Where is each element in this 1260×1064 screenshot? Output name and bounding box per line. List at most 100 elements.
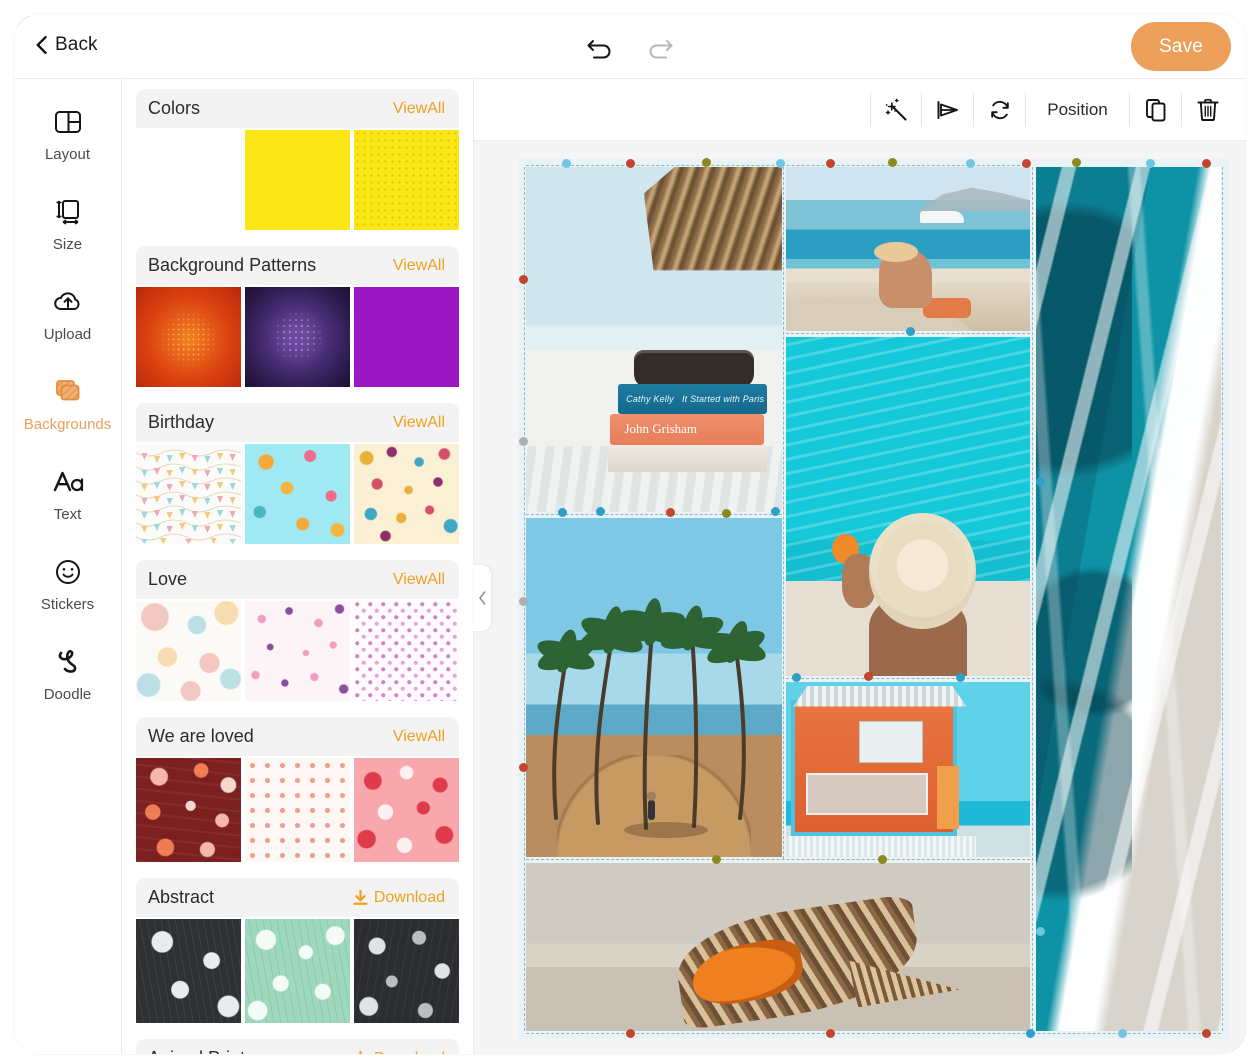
selection-handle[interactable] [558, 508, 567, 517]
selection-handle[interactable] [596, 507, 605, 516]
panel-collapse-button[interactable] [473, 565, 491, 631]
conch-tail-shape [849, 960, 960, 1007]
view-all-birthday-button[interactable]: ViewAll [393, 414, 445, 432]
selection-handle[interactable] [722, 509, 731, 518]
back-label: Back [55, 34, 98, 56]
rotate-button[interactable] [974, 93, 1026, 127]
straw-hat-shape [874, 242, 918, 262]
selection-handle[interactable] [1202, 1029, 1211, 1038]
view-all-love-button[interactable]: ViewAll [393, 571, 445, 589]
swatch-lilac-hearts[interactable] [354, 601, 459, 701]
selection-handle[interactable] [1202, 159, 1211, 168]
flip-button[interactable] [922, 93, 974, 127]
swatch-darkred-hearts[interactable] [136, 758, 241, 862]
sea-foam-shape [1036, 167, 1221, 1031]
selection-handle[interactable] [776, 159, 785, 168]
collage-canvas[interactable]: John Grisham Cathy Kelly It Started with… [518, 159, 1229, 1039]
swatch-white-hearts[interactable] [245, 758, 350, 862]
magic-wand-button[interactable] [870, 93, 922, 127]
swatch-yellow-dots[interactable] [354, 130, 459, 230]
selection-handle[interactable] [1036, 477, 1045, 486]
sidebar-item-stickers[interactable]: Stickers [14, 555, 121, 613]
selection-handle[interactable] [966, 159, 975, 168]
selection-handle[interactable] [878, 855, 887, 864]
selection-handle[interactable] [906, 327, 915, 336]
bunting-decoration [136, 444, 241, 544]
selection-handle[interactable] [519, 763, 528, 772]
save-button[interactable]: Save [1131, 22, 1231, 71]
photo-cell-lifeguard[interactable] [786, 682, 1030, 857]
selection-handle[interactable] [1026, 1029, 1035, 1038]
view-all-love-label: ViewAll [393, 571, 445, 589]
sidebar-item-upload[interactable]: Upload [14, 285, 121, 343]
photo-cell-palms[interactable] [526, 518, 782, 857]
sidebar-item-text[interactable]: Text [14, 465, 121, 523]
view-all-we-are-loved-button[interactable]: ViewAll [393, 728, 445, 746]
panel-scroll-area[interactable]: Colors ViewAll Background Patterns ViewA… [122, 79, 473, 1054]
selection-handle[interactable] [864, 672, 873, 681]
download-animal-prints-button[interactable]: Download [353, 1050, 445, 1055]
selection-handle[interactable] [826, 159, 835, 168]
photo-cell-beachgirl[interactable] [786, 167, 1030, 331]
swatch-row-love [136, 601, 459, 701]
selection-handle[interactable] [666, 508, 675, 517]
selection-handle[interactable] [1146, 159, 1155, 168]
palm-trees-shape [526, 518, 782, 857]
selection-handle[interactable] [826, 1029, 835, 1038]
view-all-we-are-loved-label: ViewAll [393, 728, 445, 746]
swatch-dark-triangles[interactable] [136, 919, 241, 1023]
sidebar-item-backgrounds[interactable]: Backgrounds [14, 375, 121, 433]
view-all-colors-button[interactable]: ViewAll [393, 100, 445, 118]
swatch-violet[interactable] [354, 287, 459, 387]
selection-handle[interactable] [888, 158, 897, 167]
swatch-cream-party[interactable] [354, 444, 459, 544]
position-button[interactable]: Position [1026, 93, 1130, 127]
selection-handle[interactable] [1022, 159, 1031, 168]
selection-handle[interactable] [519, 275, 528, 284]
selection-handle[interactable] [562, 159, 571, 168]
photo-cell-pool[interactable] [786, 337, 1030, 676]
sidebar-item-layout[interactable]: Layout [14, 105, 121, 163]
swatch-white[interactable] [136, 130, 241, 230]
swatch-cyan-party[interactable] [245, 444, 350, 544]
sidebar-item-doodle[interactable]: Doodle [14, 645, 121, 703]
selection-handle[interactable] [1072, 158, 1081, 167]
section-title-colors: Colors [148, 98, 200, 119]
selection-handle[interactable] [626, 1029, 635, 1038]
duplicate-button[interactable] [1130, 93, 1182, 127]
redo-icon[interactable] [645, 32, 675, 62]
sidebar-item-label-layout: Layout [45, 146, 90, 163]
photo-cell-wave[interactable] [1036, 167, 1221, 1031]
selection-handle[interactable] [626, 159, 635, 168]
selection-handle[interactable] [519, 437, 528, 446]
chevron-left-icon [478, 591, 487, 605]
photo-cell-shell[interactable] [526, 863, 1030, 1031]
swatch-pale-hearts[interactable] [136, 601, 241, 701]
canvas-stage[interactable]: John Grisham Cathy Kelly It Started with… [474, 141, 1246, 1054]
selection-handle[interactable] [712, 855, 721, 864]
delete-button[interactable] [1182, 93, 1234, 127]
selection-handle[interactable] [792, 673, 801, 682]
swatch-yellow[interactable] [245, 130, 350, 230]
swatch-pink-keys[interactable] [354, 758, 459, 862]
back-button[interactable]: Back [30, 30, 104, 60]
app-header: Back Save [14, 14, 1246, 79]
swatch-purple-radial[interactable] [245, 287, 350, 387]
selection-handle[interactable] [702, 158, 711, 167]
undo-icon[interactable] [585, 32, 615, 62]
swatch-bunting[interactable] [136, 444, 241, 544]
selection-handle[interactable] [1036, 927, 1045, 936]
backgrounds-panel[interactable]: Colors ViewAll Background Patterns ViewA… [122, 79, 474, 1054]
swatch-pink-doodle[interactable] [245, 601, 350, 701]
swatch-orange-radial[interactable] [136, 287, 241, 387]
selection-handle[interactable] [519, 597, 528, 606]
selection-handle[interactable] [956, 673, 965, 682]
sidebar-item-size[interactable]: Size [14, 195, 121, 253]
swatch-dark-diamonds[interactable] [354, 919, 459, 1023]
photo-cell-books[interactable]: John Grisham Cathy Kelly It Started with… [526, 167, 782, 512]
selection-handle[interactable] [771, 507, 780, 516]
download-abstract-button[interactable]: Download [353, 889, 445, 907]
swatch-mint-tulips[interactable] [245, 919, 350, 1023]
selection-handle[interactable] [1118, 1029, 1127, 1038]
view-all-background-patterns-button[interactable]: ViewAll [393, 257, 445, 275]
